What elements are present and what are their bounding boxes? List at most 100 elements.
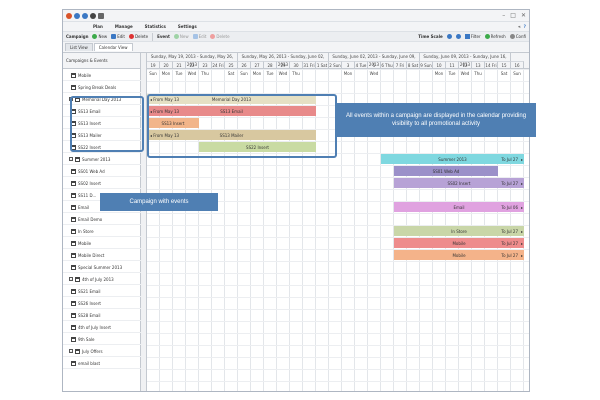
day-header: 30 Thu — [290, 61, 303, 76]
maximize-button[interactable]: □ — [510, 12, 516, 19]
calendar-icon — [71, 168, 76, 174]
back-icon[interactable] — [74, 12, 80, 19]
help-button[interactable]: ? — [524, 24, 526, 29]
row-gridline — [147, 285, 529, 286]
row-label: Email — [78, 204, 90, 210]
minimize-button[interactable]: – — [502, 12, 505, 19]
row-gridline — [147, 213, 529, 214]
tab-calendar-view[interactable]: Calendar View — [93, 43, 133, 51]
event-row[interactable]: Email Demo — [63, 214, 141, 225]
event-row[interactable]: SS28 Email — [63, 310, 141, 321]
menu-settings[interactable]: Settings — [178, 24, 197, 29]
filter-button[interactable]: Filter — [464, 34, 481, 39]
event-end-label: To Jul 06 — [501, 204, 518, 210]
week-header: Sunday, May 19, 2013 - Sunday, May 26, 2… — [147, 53, 238, 67]
delete-event-button[interactable]: Delete — [210, 34, 230, 39]
row-label: SS28 Email — [78, 312, 101, 318]
campaign-group-row[interactable]: - 4th of July 2013 — [63, 274, 141, 285]
row-label: SS01 Web Ad — [78, 168, 105, 174]
toolbar-separator — [152, 32, 154, 41]
calendar-icon — [71, 252, 76, 258]
calendar-icon — [71, 204, 76, 210]
new-event-button[interactable]: New — [173, 34, 189, 39]
save-icon[interactable] — [98, 12, 104, 19]
row-label: email blast — [78, 360, 101, 366]
config-label: Confi — [515, 34, 526, 39]
row-label: SS02 Insert — [78, 180, 101, 186]
event-bar[interactable]: SS02 Insert To Jul 27 ▸ — [394, 178, 524, 188]
collapse-toggle-icon[interactable]: - — [69, 157, 73, 161]
edit-campaign-button[interactable]: Edit — [111, 34, 125, 39]
calendar-icon — [71, 180, 76, 186]
row-gridline — [147, 261, 529, 262]
collapse-ribbon-button[interactable]: « — [518, 24, 521, 29]
event-bar[interactable]: In Store To Jul 27 ▸ — [394, 226, 524, 236]
new-event-label: New — [179, 34, 189, 39]
edit-label: Edit — [117, 34, 125, 39]
menu-manage[interactable]: Manage — [115, 24, 133, 29]
calendar-icon — [71, 216, 76, 222]
row-label: Spring Break Deals — [78, 84, 117, 90]
continue-arrow-icon: ▸ — [520, 240, 523, 246]
day-header: 12 Wed — [459, 61, 472, 76]
event-row[interactable]: 9th Sale — [63, 334, 141, 345]
event-label: Event — [157, 34, 170, 39]
campaign-label: Campaign — [66, 34, 89, 39]
row-label: 4th of July 2013 — [82, 276, 114, 282]
delete-campaign-button[interactable]: Delete — [128, 34, 149, 39]
day-header: 15 Sat — [498, 61, 511, 76]
row-label: SS21 Email — [78, 288, 101, 294]
event-row[interactable]: SS01 Web Ad — [63, 166, 141, 177]
collapse-toggle-icon[interactable]: - — [69, 349, 73, 353]
continue-arrow-icon: ▸ — [520, 180, 523, 186]
event-bar[interactable]: SS01 Web Ad — [394, 166, 498, 176]
event-row[interactable]: SS21 Email — [63, 286, 141, 297]
event-row[interactable]: Spring Break Deals — [63, 82, 141, 93]
zoom-in-icon[interactable] — [455, 34, 461, 39]
event-row[interactable]: Mobile Direct — [63, 250, 141, 261]
close-button[interactable]: ✕ — [521, 12, 526, 19]
config-button[interactable]: Confi — [509, 34, 526, 39]
menu-plan[interactable]: Plan — [93, 24, 103, 29]
event-bar[interactable]: Mobile To Jul 27 ▸ — [394, 250, 524, 260]
edit-event-button[interactable]: Edit — [192, 34, 206, 39]
delete-label: Delete — [134, 34, 149, 39]
event-row[interactable]: 4th of July Insert — [63, 322, 141, 333]
delete-icon — [210, 34, 216, 39]
menu-statistics[interactable]: Statistics — [145, 24, 166, 29]
forward-icon[interactable] — [82, 12, 88, 19]
event-bar[interactable]: Email To Jul 06 ▸ — [394, 202, 524, 212]
event-row[interactable]: Mobile — [63, 70, 141, 81]
row-gridline — [147, 273, 529, 274]
event-end-label: To Jul 27 — [501, 180, 518, 186]
event-row[interactable]: In Store — [63, 226, 141, 237]
campaign-group-row[interactable]: - July Offers — [63, 346, 141, 357]
week-header: Sunday, June 02, 2013 - Sunday, June 09,… — [329, 53, 420, 67]
day-header: 10 Mon — [433, 61, 446, 76]
calendar-icon — [71, 324, 76, 330]
row-gridline — [147, 345, 529, 346]
event-bar[interactable]: Summer 2013 To Jul 27 ▸ — [381, 154, 524, 164]
row-gridline — [147, 321, 529, 322]
settings-icon[interactable] — [90, 12, 96, 19]
day-header: 31 Fri — [303, 61, 316, 69]
delete-icon — [128, 34, 134, 39]
tab-list-view[interactable]: List View — [65, 43, 93, 51]
event-row[interactable]: SS26 Insert — [63, 298, 141, 309]
event-end-label: To Jul 27 — [501, 252, 518, 258]
collapse-toggle-icon[interactable]: - — [69, 277, 73, 281]
row-gridline — [147, 189, 529, 190]
zoom-out-icon[interactable] — [446, 34, 452, 39]
event-bar[interactable]: Mobile To Jul 27 ▸ — [394, 238, 524, 248]
event-row[interactable]: SS02 Insert — [63, 178, 141, 189]
day-header: 9 Sun — [420, 61, 433, 69]
event-row[interactable]: email blast — [63, 358, 141, 369]
event-row[interactable]: Special Summer 2013 — [63, 262, 141, 273]
calendar-icon — [75, 276, 80, 282]
campaign-group-row[interactable]: - Summer 2013 — [63, 154, 141, 165]
refresh-button[interactable]: Refresh — [484, 34, 506, 39]
event-row[interactable]: Mobile — [63, 238, 141, 249]
calendar-icon — [71, 336, 76, 342]
new-campaign-button[interactable]: New — [92, 34, 107, 39]
row-gridline — [147, 309, 529, 310]
